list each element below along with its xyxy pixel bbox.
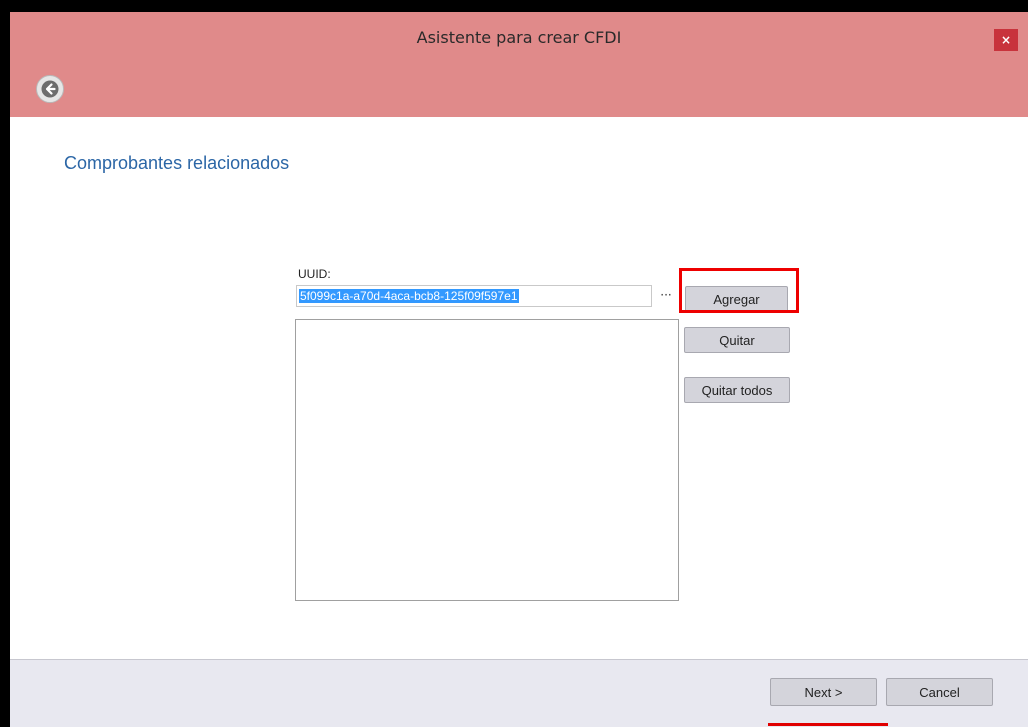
underline-annotation bbox=[768, 723, 888, 726]
close-button[interactable]: × bbox=[994, 29, 1018, 51]
page-title: Comprobantes relacionados bbox=[64, 153, 290, 173]
next-button[interactable]: Next > bbox=[770, 678, 877, 706]
uuid-label: UUID: bbox=[298, 267, 331, 281]
wizard-footer: Next > Cancel bbox=[10, 659, 1028, 727]
browse-button[interactable]: ··· bbox=[654, 285, 678, 307]
uuid-input-value: 5f099c1a-a70d-4aca-bcb8-125f09f597e1 bbox=[299, 289, 519, 303]
cancel-button[interactable]: Cancel bbox=[886, 678, 993, 706]
title-bar: Asistente para crear CFDI × bbox=[10, 12, 1028, 70]
back-arrow-icon bbox=[41, 80, 59, 98]
window-title: Asistente para crear CFDI bbox=[416, 28, 622, 47]
uuid-input[interactable]: 5f099c1a-a70d-4aca-bcb8-125f09f597e1 bbox=[296, 285, 652, 307]
remove-all-button[interactable]: Quitar todos bbox=[684, 377, 790, 403]
wizard-window: Asistente para crear CFDI × Comprobantes… bbox=[10, 12, 1028, 727]
close-icon: × bbox=[1000, 33, 1012, 47]
remove-button[interactable]: Quitar bbox=[684, 327, 790, 353]
add-button[interactable]: Agregar bbox=[685, 286, 788, 312]
back-button[interactable] bbox=[36, 75, 64, 103]
wizard-content: Comprobantes relacionados UUID: 5f099c1a… bbox=[10, 117, 1028, 659]
uuid-list[interactable] bbox=[295, 319, 679, 601]
